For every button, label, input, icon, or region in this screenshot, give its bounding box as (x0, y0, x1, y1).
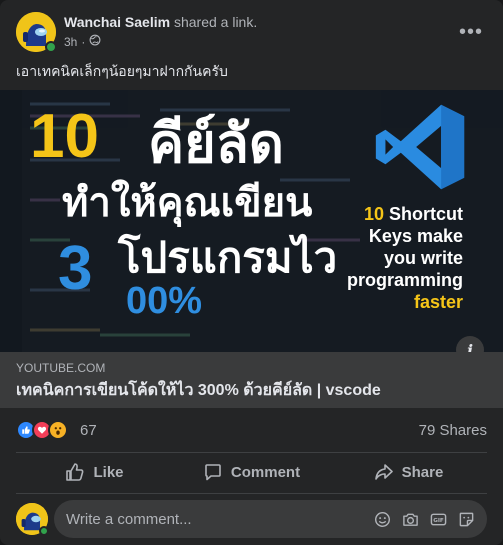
gif-icon[interactable]: GIF (429, 510, 447, 528)
reaction-count[interactable]: 67 (80, 422, 97, 439)
post-action-text: shared a link. (173, 14, 258, 30)
svg-text:GIF: GIF (433, 518, 444, 524)
thumb-three: 3 (58, 234, 93, 303)
emoji-icon[interactable] (373, 510, 391, 528)
comment-label: Comment (230, 463, 301, 481)
eng-line-4: programming (346, 270, 463, 290)
thumb-thai-headline: คีย์ลัด (148, 114, 284, 174)
comment-button[interactable]: Comment (173, 453, 330, 491)
link-title[interactable]: เทคนิคการเขียนโค้ดให้ไว 300% ด้วยคีย์ลัด… (16, 380, 487, 402)
eng-line-5: faster (413, 292, 463, 312)
post-header: Wanchai Saelim shared a link. 3h · ••• (16, 12, 487, 53)
action-bar: Like Comment Share (16, 453, 487, 491)
like-label: Like (93, 463, 124, 481)
eng-line-2: Keys make (368, 226, 463, 246)
reactions-bar: 67 79 Shares (16, 418, 487, 442)
share-count[interactable]: 79 Shares (419, 422, 487, 439)
thumb-percent: 00% (126, 280, 203, 322)
online-status-dot (45, 41, 57, 53)
post-subline: 3h · (64, 33, 257, 51)
eng-line-1: 10 Shortcut (363, 204, 463, 224)
author-name[interactable]: Wanchai Saelim (64, 14, 170, 30)
share-label: Share (401, 463, 444, 481)
thumbs-up-icon (66, 463, 84, 481)
reaction-icons[interactable] (16, 420, 68, 440)
like-button[interactable]: Like (16, 453, 173, 491)
thumb-thai-line3: โปรแกรมไว (118, 234, 338, 281)
share-button[interactable]: Share (330, 453, 487, 491)
divider-bottom (16, 493, 487, 494)
link-domain: YOUTUBE.COM (16, 361, 106, 375)
share-icon (374, 464, 393, 480)
camera-icon[interactable] (401, 510, 419, 528)
wow-icon (48, 420, 68, 440)
comment-input-wrapper: GIF (54, 500, 487, 538)
thumb-ten: 10 (30, 102, 99, 171)
sticker-icon[interactable] (457, 510, 475, 528)
link-preview[interactable]: YOUTUBE.COM เทคนิคการเขียนโค้ดให้ไว 300%… (0, 352, 503, 408)
comment-icon (205, 464, 221, 481)
user-online-dot (39, 526, 49, 536)
thumb-thai-line2: ทำให้คุณเขียน (62, 181, 313, 225)
post-time[interactable]: 3h (64, 33, 77, 51)
comment-composer: GIF (16, 500, 487, 538)
thumb-english-text: 10 Shortcut Keys make you write programm… (347, 203, 463, 313)
vscode-logo-icon (375, 104, 465, 190)
post-card: Wanchai Saelim shared a link. 3h · ••• เ… (0, 0, 503, 545)
post-text: เอาเทคนิคเล็กๆน้อยๆมาฝากกันครับ (16, 63, 228, 79)
author-line: Wanchai Saelim shared a link. (64, 13, 257, 31)
globe-icon[interactable] (89, 33, 101, 51)
eng-line-3: you write (383, 248, 463, 268)
post-meta: Wanchai Saelim shared a link. 3h · (64, 13, 257, 51)
comment-tools: GIF (373, 510, 475, 528)
more-options-icon[interactable]: ••• (455, 16, 487, 48)
comment-input[interactable] (66, 510, 373, 528)
